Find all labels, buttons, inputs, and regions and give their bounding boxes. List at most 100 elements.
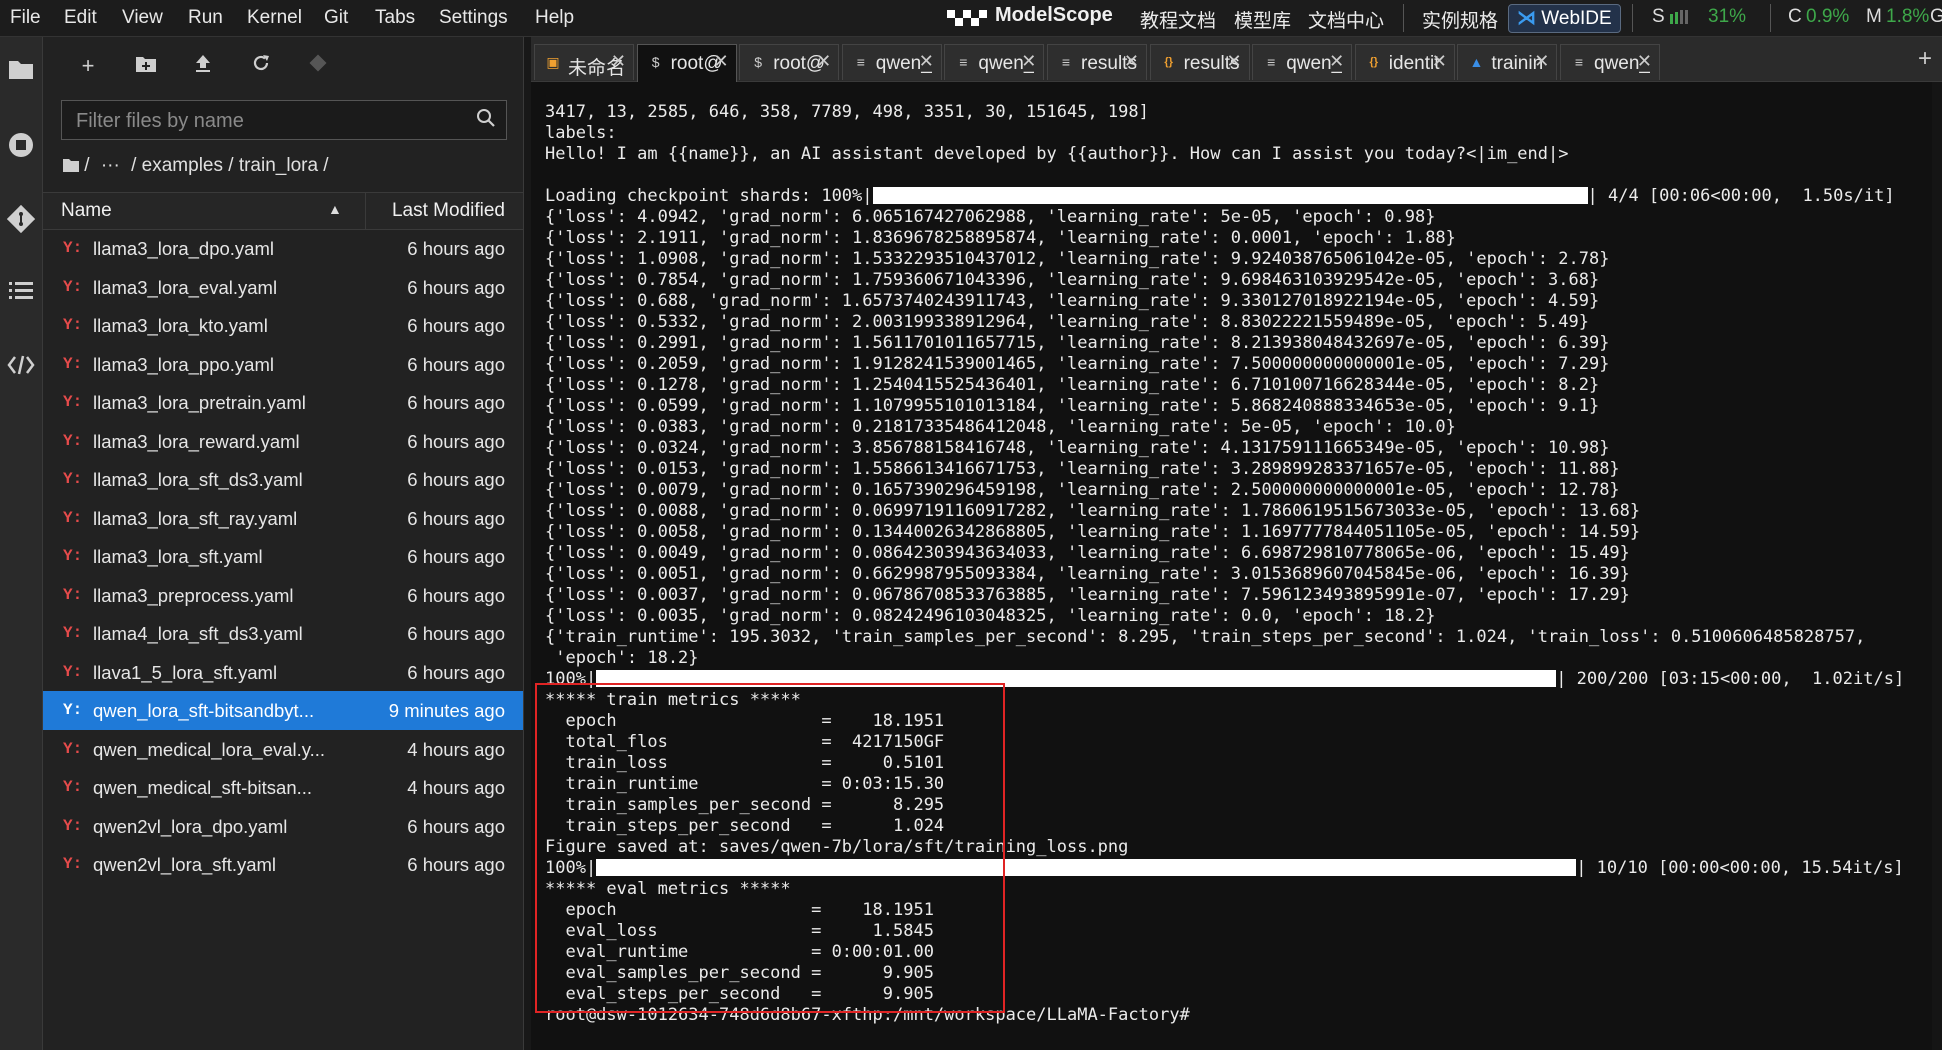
close-tab-icon[interactable]: ✕ bbox=[1227, 51, 1242, 72]
file-row[interactable]: Y: llama3_lora_sft_ds3.yaml 6 hours ago bbox=[43, 460, 523, 499]
terminal-line: {'loss': 0.0051, 'grad_norm': 0.66299879… bbox=[545, 564, 1630, 584]
link-doc-center[interactable]: 文档中心 bbox=[1308, 6, 1384, 33]
tab-8[interactable]: {} identit ✕ bbox=[1354, 44, 1455, 80]
yaml-file-icon: Y: bbox=[63, 316, 83, 334]
terminal-icon: $ bbox=[754, 54, 763, 70]
terminal-line: labels: bbox=[545, 123, 617, 143]
close-tab-icon[interactable]: ✕ bbox=[1432, 51, 1447, 72]
terminal-line: {'train_runtime': 195.3032, 'train_sampl… bbox=[545, 627, 1866, 647]
terminal-line: {'loss': 1.0908, 'grad_norm': 1.53322935… bbox=[545, 249, 1610, 269]
breadcrumb-ellipsis[interactable]: ··· bbox=[101, 155, 120, 176]
tab-10[interactable]: ≡ qwen_ ✕ bbox=[1560, 44, 1660, 80]
file-row[interactable]: Y: llama3_lora_sft.yaml 6 hours ago bbox=[43, 537, 523, 576]
close-tab-icon[interactable]: ✕ bbox=[1021, 51, 1036, 72]
menu-help[interactable]: Help bbox=[535, 7, 574, 29]
new-folder-icon[interactable] bbox=[131, 51, 161, 81]
breadcrumb-path[interactable]: / examples / train_lora / bbox=[131, 155, 328, 176]
new-launcher-icon[interactable]: + bbox=[73, 51, 103, 81]
code-icon[interactable] bbox=[5, 353, 37, 385]
yaml-file-icon: Y: bbox=[63, 585, 83, 604]
terminal-line: {'loss': 0.0079, 'grad_norm': 0.16573902… bbox=[545, 480, 1620, 500]
close-tab-icon[interactable]: ✕ bbox=[611, 51, 626, 72]
file-list-header: Name ▲ Last Modified bbox=[43, 192, 523, 230]
terminal-line: {'loss': 0.2059, 'grad_norm': 1.91282415… bbox=[545, 354, 1610, 374]
file-row[interactable]: Y: llama3_lora_ppo.yaml 6 hours ago bbox=[43, 345, 523, 384]
close-tab-icon[interactable]: ✕ bbox=[816, 51, 831, 72]
close-tab-icon[interactable]: ✕ bbox=[714, 51, 729, 72]
terminal-line: {'loss': 0.5332, 'grad_norm': 2.00319933… bbox=[545, 312, 1589, 332]
file-row[interactable]: Y: llama3_lora_dpo.yaml 6 hours ago bbox=[43, 229, 523, 268]
file-row[interactable]: Y: llama3_lora_reward.yaml 6 hours ago bbox=[43, 422, 523, 461]
git-icon[interactable] bbox=[5, 204, 37, 237]
breadcrumb-root[interactable]: / bbox=[84, 155, 89, 176]
menu-run[interactable]: Run bbox=[188, 7, 223, 29]
git-clone-icon[interactable] bbox=[303, 51, 333, 81]
filter-files-field[interactable] bbox=[61, 100, 507, 140]
filter-files-input[interactable] bbox=[74, 107, 458, 135]
column-last-modified[interactable]: Last Modified bbox=[392, 200, 505, 222]
menu-settings[interactable]: Settings bbox=[439, 7, 508, 29]
menu-git[interactable]: Git bbox=[324, 7, 348, 29]
progress-bar bbox=[872, 187, 1588, 204]
toc-icon[interactable] bbox=[5, 279, 37, 311]
refresh-icon[interactable] bbox=[246, 51, 276, 81]
link-instance-spec[interactable]: 实例规格 bbox=[1422, 6, 1498, 33]
file-modified: 6 hours ago bbox=[407, 430, 505, 452]
terminal-scrollbar[interactable] bbox=[1932, 82, 1942, 1050]
sort-ascending-icon[interactable]: ▲ bbox=[328, 201, 342, 217]
link-tutorials[interactable]: 教程文档 bbox=[1140, 6, 1216, 33]
tab-7[interactable]: ≡ qwen_ ✕ bbox=[1252, 44, 1353, 80]
file-row[interactable]: Y: qwen_medical_sft-bitsan... 4 hours ago bbox=[43, 768, 523, 807]
close-tab-icon[interactable]: ✕ bbox=[1124, 51, 1139, 72]
menu-edit[interactable]: Edit bbox=[64, 7, 97, 29]
file-row[interactable]: Y: llama3_lora_sft_ray.yaml 6 hours ago bbox=[43, 499, 523, 538]
tab-2[interactable]: $ root@ ✕ bbox=[739, 44, 840, 80]
running-icon[interactable] bbox=[5, 131, 37, 163]
close-tab-icon[interactable]: ✕ bbox=[1637, 51, 1652, 72]
file-row[interactable]: Y: llama3_lora_kto.yaml 6 hours ago bbox=[43, 306, 523, 345]
menu-tabs[interactable]: Tabs bbox=[375, 7, 415, 29]
file-row[interactable]: Y: qwen_medical_lora_eval.y... 4 hours ago bbox=[43, 730, 523, 769]
terminal-line: {'loss': 0.0599, 'grad_norm': 1.10799551… bbox=[545, 396, 1600, 416]
add-tab-icon[interactable]: + bbox=[1918, 45, 1932, 73]
home-folder-icon[interactable] bbox=[63, 156, 79, 178]
tab-5[interactable]: ≡ results ✕ bbox=[1047, 44, 1147, 80]
brand-name[interactable]: ModelScope bbox=[995, 4, 1113, 27]
yaml-file-icon: Y: bbox=[63, 855, 83, 873]
upload-icon[interactable] bbox=[188, 51, 218, 81]
webide-button[interactable]: ⋊ WebIDE bbox=[1508, 4, 1621, 33]
tab-4[interactable]: ≡ qwen_ ✕ bbox=[944, 44, 1045, 80]
search-icon[interactable] bbox=[476, 108, 496, 133]
folder-icon[interactable] bbox=[5, 57, 37, 89]
file-row[interactable]: Y: llama4_lora_sft_ds3.yaml 6 hours ago bbox=[43, 614, 523, 653]
terminal[interactable]: 3417, 13, 2585, 646, 358, 7789, 498, 335… bbox=[531, 82, 1942, 1050]
file-row[interactable]: Y: llama3_lora_pretrain.yaml 6 hours ago bbox=[43, 383, 523, 422]
menu-view[interactable]: View bbox=[122, 7, 163, 29]
column-divider[interactable] bbox=[365, 193, 366, 229]
close-tab-icon[interactable]: ✕ bbox=[919, 51, 934, 72]
close-tab-icon[interactable]: ✕ bbox=[1329, 51, 1344, 72]
file-row[interactable]: Y: llama3_preprocess.yaml 6 hours ago bbox=[43, 576, 523, 615]
tab-9[interactable]: ▲ trainin ✕ bbox=[1457, 44, 1558, 80]
close-tab-icon[interactable]: ✕ bbox=[1534, 51, 1549, 72]
terminal-output: 3417, 13, 2585, 646, 358, 7789, 498, 335… bbox=[545, 102, 1904, 1026]
tab-6[interactable]: {} results ✕ bbox=[1149, 44, 1250, 80]
progress-fill bbox=[596, 859, 1577, 876]
file-row[interactable]: Y: llama3_lora_eval.yaml 6 hours ago bbox=[43, 268, 523, 307]
tab-1[interactable]: $ root@ ✕ bbox=[636, 44, 737, 82]
file-row[interactable]: Y: qwen2vl_lora_sft.yaml 6 hours ago bbox=[43, 845, 523, 884]
file-row[interactable]: Y: qwen_lora_sft-bitsandbyt... 9 minutes a… bbox=[43, 691, 523, 730]
file-row[interactable]: Y: qwen2vl_lora_dpo.yaml 6 hours ago bbox=[43, 807, 523, 846]
file-name: llama3_lora_ppo.yaml bbox=[93, 353, 274, 375]
link-model-hub[interactable]: 模型库 bbox=[1234, 6, 1291, 33]
tab-0[interactable]: ▣ 未命名 ✕ bbox=[534, 44, 634, 80]
stat-s-bar-icon bbox=[1670, 10, 1692, 24]
terminal-line: 3417, 13, 2585, 646, 358, 7789, 498, 335… bbox=[545, 102, 1149, 122]
file-row[interactable]: Y: llava1_5_lora_sft.yaml 6 hours ago bbox=[43, 653, 523, 692]
menu-kernel[interactable]: Kernel bbox=[247, 7, 302, 29]
panel-splitter[interactable] bbox=[523, 37, 531, 1050]
column-name[interactable]: Name bbox=[61, 200, 112, 222]
menu-file[interactable]: File bbox=[10, 7, 41, 29]
file-browser: + / ··· / examples / train_lora / Name ▲… bbox=[43, 37, 523, 1050]
tab-3[interactable]: ≡ qwen_ ✕ bbox=[841, 44, 942, 80]
